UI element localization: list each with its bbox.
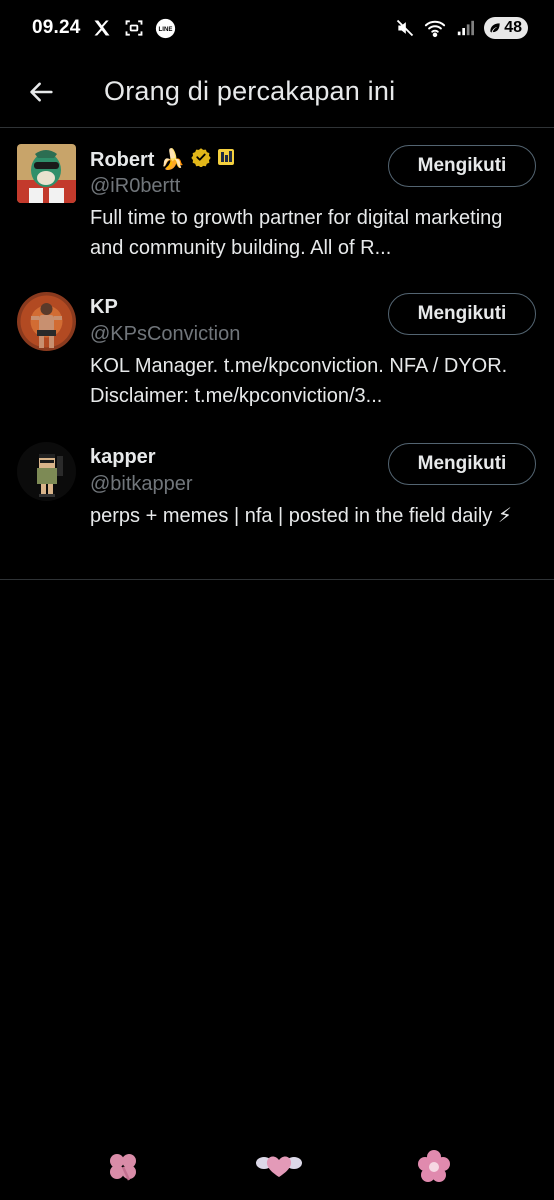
bottom-decor bbox=[0, 1140, 554, 1200]
flower-icon bbox=[418, 1150, 450, 1187]
status-right: 48 bbox=[394, 17, 528, 39]
list-item[interactable]: KP @KPsConviction KOL Manager. t.me/kpco… bbox=[0, 277, 554, 427]
clover-icon bbox=[106, 1150, 140, 1189]
winged-heart-icon bbox=[256, 1150, 302, 1185]
status-bar: 09.24 LINE 48 bbox=[0, 0, 554, 56]
user-bio: perps + memes | nfa | posted in the fiel… bbox=[90, 505, 512, 527]
display-name: kapper bbox=[90, 445, 156, 468]
following-button[interactable]: Mengikuti bbox=[388, 443, 536, 485]
following-button[interactable]: Mengikuti bbox=[388, 293, 536, 335]
mute-icon bbox=[394, 17, 416, 39]
battery-icon: 48 bbox=[484, 17, 528, 39]
avatar[interactable] bbox=[17, 292, 76, 351]
status-time: 09.24 bbox=[32, 17, 81, 38]
user-bio: KOL Manager. t.me/kpconviction. NFA / DY… bbox=[90, 355, 508, 407]
avatar[interactable] bbox=[17, 442, 76, 501]
people-list: Robert 🍌 @iR0bertt Full time to growth p… bbox=[0, 129, 554, 580]
top-app-bar: Orang di percakapan ini bbox=[0, 56, 554, 128]
svg-text:LINE: LINE bbox=[159, 26, 173, 33]
signal-icon bbox=[454, 17, 476, 39]
status-left: 09.24 LINE bbox=[32, 17, 177, 39]
wifi-icon bbox=[424, 17, 446, 39]
arrow-left-icon bbox=[30, 82, 53, 101]
line-app-icon: LINE bbox=[155, 17, 177, 39]
display-name: Robert 🍌 bbox=[90, 148, 185, 171]
back-button[interactable] bbox=[22, 72, 62, 112]
battery-level: 48 bbox=[504, 19, 522, 36]
list-item[interactable]: Robert 🍌 @iR0bertt Full time to growth p… bbox=[0, 129, 554, 277]
user-bio: Full time to growth partner for digital … bbox=[90, 207, 503, 259]
x-logo-icon bbox=[91, 17, 113, 39]
following-button[interactable]: Mengikuti bbox=[388, 145, 536, 187]
display-name: KP bbox=[90, 295, 118, 318]
avatar[interactable] bbox=[17, 144, 76, 203]
affiliate-badge-icon bbox=[217, 148, 235, 171]
page-title: Orang di percakapan ini bbox=[104, 76, 396, 106]
list-item[interactable]: kapper @bitkapper perps + memes | nfa | … bbox=[0, 427, 554, 579]
verified-badge-icon bbox=[191, 147, 211, 172]
scan-icon bbox=[123, 17, 145, 39]
